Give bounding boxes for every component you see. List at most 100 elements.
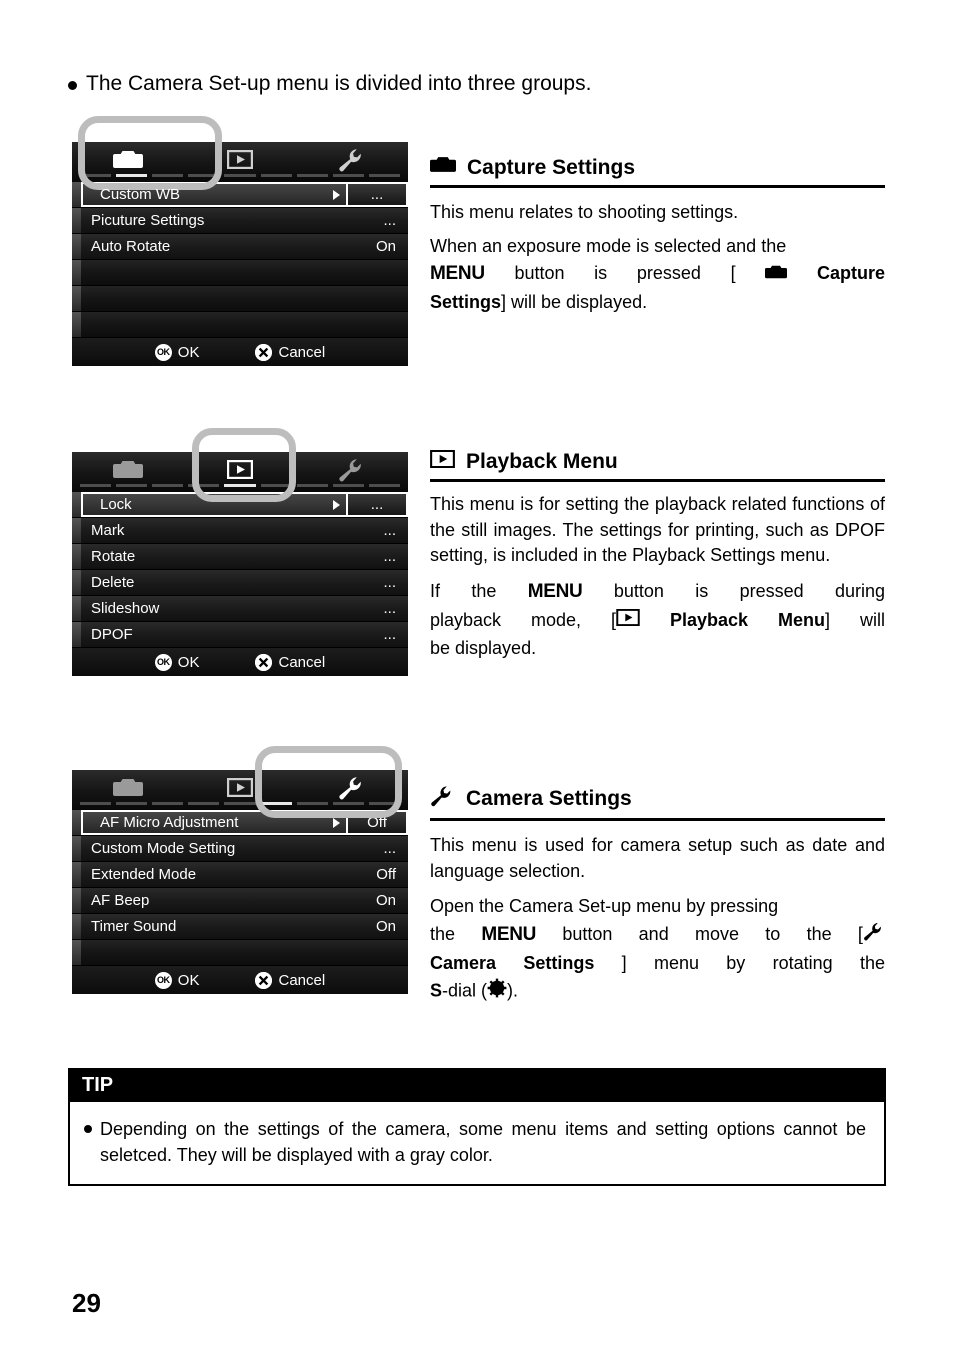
menu-row-label: Auto Rotate	[91, 238, 171, 255]
cancel-x-icon	[255, 653, 273, 671]
camera-icon	[765, 262, 788, 288]
menu-row-label: Custom WB	[100, 186, 181, 203]
row-indicator	[72, 492, 81, 517]
tab-underline-rule	[80, 174, 400, 177]
cancel-button[interactable]: Cancel	[255, 343, 325, 361]
wrench-icon	[338, 776, 366, 805]
menu-row[interactable]: Extended Mode Off	[72, 862, 408, 888]
menu-row-value: ...	[383, 522, 396, 539]
text-run: the	[430, 923, 456, 944]
menu-row-empty	[72, 286, 408, 312]
camera-settings-body: This menu is used for camera setup such …	[430, 833, 885, 1006]
camera-settings-text: Camera Settings This menu is used for ca…	[430, 785, 885, 1008]
text-run: pressed	[636, 263, 701, 284]
row-indicator	[72, 260, 81, 285]
cancel-label: Cancel	[278, 971, 326, 989]
text-run: When an exposure mode is selected and th…	[430, 235, 787, 256]
text-run-bold: Capture	[816, 263, 885, 284]
tip-body: Depending on the settings of the camera,…	[70, 1102, 884, 1184]
menu-rows: Custom WB ... Picuture Settings ... Auto…	[72, 182, 408, 338]
text-run: during	[834, 580, 885, 601]
menu-row[interactable]: Mark ...	[72, 518, 408, 544]
tab-underline-rule	[80, 802, 400, 805]
row-indicator	[72, 286, 81, 311]
cancel-x-icon	[255, 971, 273, 989]
tip-text: Depending on the settings of the camera,…	[100, 1119, 866, 1166]
ok-button[interactable]: OK OK	[154, 971, 199, 989]
menu-keyword: MENU	[481, 923, 537, 945]
menu-row[interactable]: Custom Mode Setting ...	[72, 836, 408, 862]
text-run-bold: Menu	[778, 609, 826, 630]
menu-row[interactable]: Timer Sound On	[72, 914, 408, 940]
row-indicator	[72, 518, 81, 543]
text-run: button	[514, 263, 565, 284]
capture-settings-text: Capture Settings This menu relates to sh…	[430, 155, 885, 318]
menu-row-value: ...	[383, 600, 396, 617]
wrench-icon	[338, 148, 366, 177]
menu-row-label: Delete	[91, 574, 135, 591]
row-indicator	[72, 862, 81, 887]
rule-seg	[152, 484, 184, 487]
lcd-footer-bar: OK OK Cancel	[72, 966, 408, 994]
menu-row-label: Timer Sound	[91, 918, 177, 935]
menu-row[interactable]: Auto Rotate On	[72, 234, 408, 260]
menu-row-selected[interactable]: AF Micro Adjustment Off	[72, 810, 408, 836]
menu-row-label: Mark	[91, 522, 125, 539]
ok-button[interactable]: OK OK	[154, 343, 200, 361]
heading-text: Capture Settings	[467, 155, 636, 179]
text-run: by	[726, 952, 746, 973]
rule-seg	[368, 484, 400, 487]
menu-row-selected[interactable]: Custom WB ...	[72, 182, 408, 208]
ok-label: OK	[177, 343, 200, 361]
cancel-button[interactable]: Cancel	[255, 653, 325, 671]
playback-icon	[430, 449, 455, 474]
playback-icon	[226, 149, 254, 174]
rule-seg	[224, 802, 256, 805]
menu-row-label: Slideshow	[91, 600, 160, 617]
menu-row-value: On	[375, 892, 396, 909]
menu-row-value: ...	[383, 548, 396, 565]
text-run: If	[430, 580, 441, 601]
text-run-bold: Camera Settings	[430, 952, 595, 973]
text-run: mode,	[531, 609, 582, 630]
rule-seg	[152, 174, 184, 177]
menu-row[interactable]: AF Beep On	[72, 888, 408, 914]
text-run: move	[695, 923, 740, 944]
playback-menu-heading: Playback Menu	[430, 449, 885, 482]
paragraph: the MENU button and move to the [	[430, 922, 885, 949]
camera-icon	[430, 155, 456, 180]
row-indicator	[72, 940, 81, 965]
menu-row[interactable]: Rotate ...	[72, 544, 408, 570]
lcd-tab-bar	[72, 142, 408, 182]
text-run: button	[562, 923, 613, 944]
lcd-footer-bar: OK OK Cancel	[72, 338, 408, 366]
playback-icon	[226, 459, 254, 484]
menu-row[interactable]: DPOF ...	[72, 622, 408, 648]
menu-row-label: Custom Mode Setting	[91, 840, 236, 857]
menu-row[interactable]: Picuture Settings ...	[72, 208, 408, 234]
cancel-button[interactable]: Cancel	[255, 971, 326, 989]
rule-seg	[296, 174, 328, 177]
row-indicator	[72, 914, 81, 939]
s-dial-gear-icon	[487, 978, 507, 1006]
ok-button[interactable]: OK OK	[154, 653, 199, 671]
ok-badge-icon: OK	[154, 971, 172, 989]
menu-row[interactable]: Slideshow ...	[72, 596, 408, 622]
menu-row-selected[interactable]: Lock ...	[72, 492, 408, 518]
rule-seg	[296, 802, 328, 805]
menu-rows: Lock ... Mark ... Rotate ... Delete ...	[72, 492, 408, 648]
rule-seg	[116, 802, 148, 805]
rule-seg	[188, 802, 220, 805]
menu-row-value: On	[375, 918, 396, 935]
menu-row[interactable]: Delete ...	[72, 570, 408, 596]
menu-row-label: AF Micro Adjustment	[100, 814, 239, 831]
camera-icon	[113, 149, 143, 175]
lcd-panel-camera-settings: AF Micro Adjustment Off Custom Mode Sett…	[72, 770, 408, 994]
text-run: the	[471, 580, 497, 601]
lcd-panel-playback: Lock ... Mark ... Rotate ... Delete ...	[72, 452, 408, 676]
text-run: and	[638, 923, 669, 944]
menu-keyword: MENU	[527, 580, 583, 602]
rule-seg	[188, 484, 220, 487]
rule-seg	[260, 174, 292, 177]
menu-keyword: MENU	[430, 263, 485, 285]
